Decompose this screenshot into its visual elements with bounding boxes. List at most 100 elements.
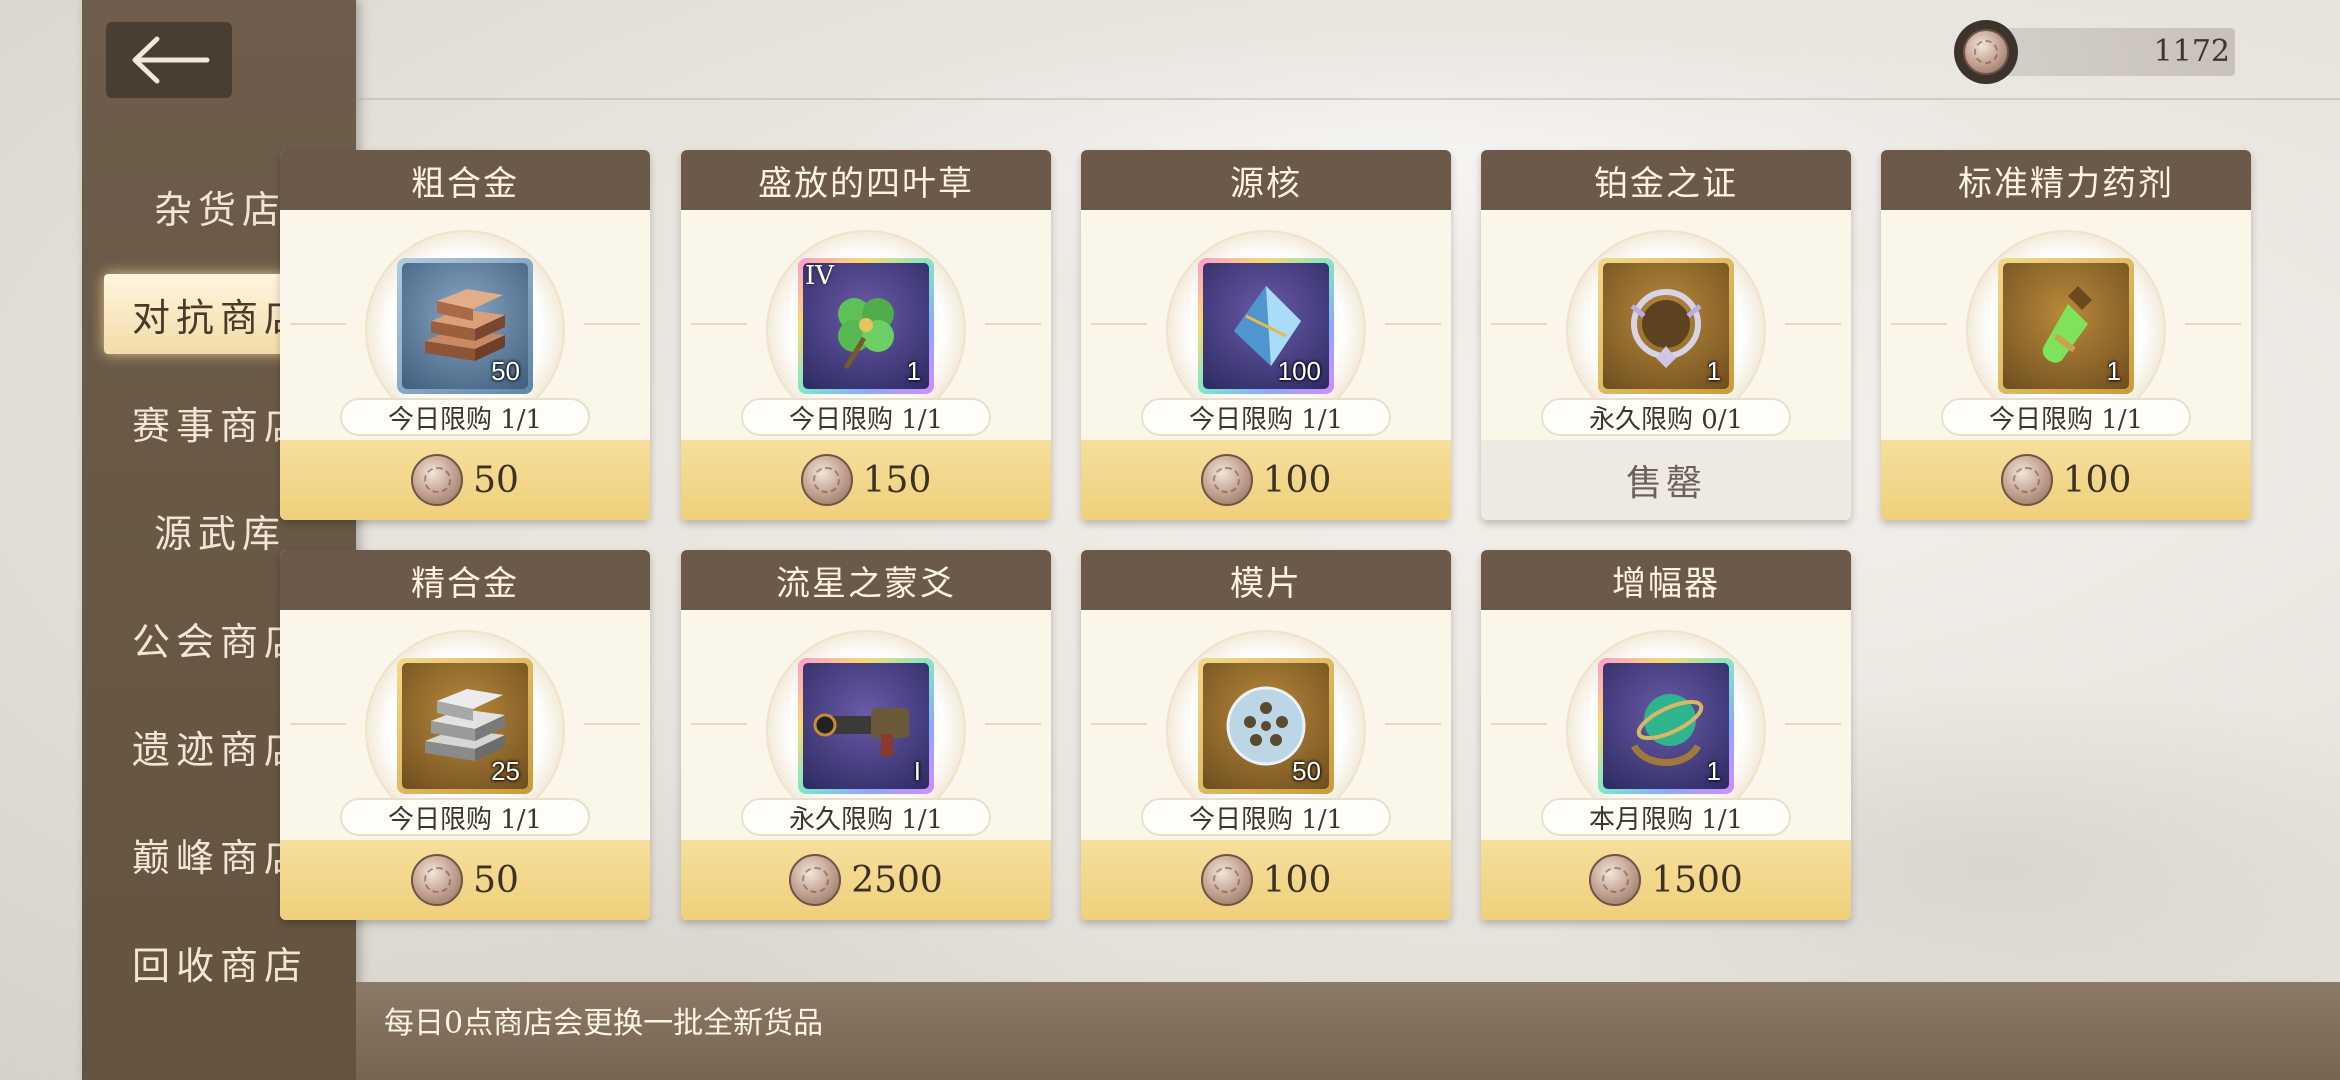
shop-item-card[interactable]: 源核 100 今日限购 1/1 100 [1081,150,1451,520]
divider [985,323,1041,325]
item-name: 源核 [1081,150,1451,210]
coin-icon [1589,854,1642,906]
price-button[interactable]: 2500 [681,840,1051,920]
item-slot: 1 [1598,258,1734,394]
shop-item-card[interactable]: 流星之蒙爻 I 永久限购 1/1 2500 [681,550,1051,920]
item-name: 增幅器 [1481,550,1851,610]
item-name: 盛放的四叶草 [681,150,1051,210]
divider [356,98,2340,100]
item-count: 100 [1277,356,1321,386]
divider [584,323,640,325]
sidebar-item-recycle-shop[interactable]: 回收商店 [104,922,336,1002]
item-count: 1 [906,356,921,386]
shop-item-card[interactable]: 粗合金 50 今日限购 1/1 50 [280,150,650,520]
coin-icon [1200,454,1253,506]
platinum-emblem-icon [1630,289,1702,368]
item-slot: 50 [397,258,533,394]
item-name: 流星之蒙爻 [681,550,1051,610]
item-slot: 1 [1998,258,2134,394]
item-slot: IV 1 [798,258,934,394]
cannon-weapon-icon [813,708,909,756]
price-value: 100 [1262,859,1332,901]
shop-item-card[interactable]: 铂金之证 1 永久限购 0/1 售罄 [1481,150,1851,520]
sold-out-label: 售罄 [1481,440,1851,520]
item-name: 模片 [1081,550,1451,610]
item-count: 1 [1706,756,1721,786]
back-arrow-icon [132,36,210,84]
item-slot: 25 [397,658,533,794]
item-slot: 1 [1598,658,1734,794]
purchase-limit: 今日限购 1/1 [1141,798,1391,836]
item-count: 1 [1706,356,1721,386]
price-value: 100 [2062,459,2132,501]
armillary-sphere-icon [1630,694,1704,766]
shop-item-card[interactable]: 增幅器 1 本月限购 1/1 1500 [1481,550,1851,920]
purchase-limit: 永久限购 0/1 [1541,398,1791,436]
price-value: 150 [862,459,932,501]
item-count: 50 [1292,756,1321,786]
item-name: 精合金 [280,550,650,610]
divider [1091,323,1147,325]
item-slot: 50 [1198,658,1334,794]
price-button[interactable]: 150 [681,440,1051,520]
coin-icon [411,454,464,506]
four-leaf-clover-icon [838,298,894,370]
divider [290,723,346,725]
purchase-limit: 今日限购 1/1 [340,398,590,436]
divider [1091,723,1147,725]
price-value: 50 [473,859,519,901]
shop-item-card[interactable]: 精合金 25 今日限购 1/1 50 [280,550,650,920]
item-slot: 100 [1198,258,1334,394]
price-button[interactable]: 100 [1081,440,1451,520]
divider [985,723,1041,725]
shop-item-card[interactable]: 盛放的四叶草 IV 1 今日限购 1/1 150 [681,150,1051,520]
divider [584,723,640,725]
divider [1385,723,1441,725]
divider [1785,723,1841,725]
item-name: 铂金之证 [1481,150,1851,210]
tier-label: IV [805,263,835,291]
item-count: 1 [2106,356,2121,386]
coin-icon [1954,20,2018,84]
price-value: 100 [1262,459,1332,501]
price-button[interactable]: 100 [1881,440,2251,520]
coin-icon [800,454,853,506]
divider [691,723,747,725]
divider [1385,323,1441,325]
price-value: 售罄 [1625,463,1706,504]
price-value: 50 [473,459,519,501]
item-count: I [913,756,921,786]
item-slot: I [798,658,934,794]
item-count: 50 [491,356,520,386]
price-button[interactable]: 1500 [1481,840,1851,920]
coin-icon [789,854,842,906]
divider [1491,723,1547,725]
divider [1491,323,1547,325]
divider [1891,323,1947,325]
item-name: 标准精力药剂 [1881,150,2251,210]
energy-potion-icon [2042,286,2092,363]
price-button[interactable]: 50 [280,440,650,520]
divider [2185,323,2241,325]
purchase-limit: 永久限购 1/1 [741,798,991,836]
price-value: 1500 [1651,859,1743,901]
currency-value: 1172 [2153,34,2230,69]
divider [1785,323,1841,325]
price-value: 2500 [851,859,943,901]
purchase-limit: 本月限购 1/1 [1541,798,1791,836]
purchase-limit: 今日限购 1/1 [1141,398,1391,436]
item-name: 粗合金 [280,150,650,210]
coin-icon [1200,854,1253,906]
shop-item-card[interactable]: 模片 50 今日限购 1/1 100 [1081,550,1451,920]
purchase-limit: 今日限购 1/1 [741,398,991,436]
refresh-notice: 每日0点商店会更换一批全新货品 [384,1006,824,1041]
divider [691,323,747,325]
coin-icon [411,854,464,906]
coin-icon [2000,454,2053,506]
divider [290,323,346,325]
price-button[interactable]: 50 [280,840,650,920]
price-button[interactable]: 100 [1081,840,1451,920]
purchase-limit: 今日限购 1/1 [1941,398,2191,436]
back-button[interactable] [106,22,232,98]
shop-item-card[interactable]: 标准精力药剂 1 今日限购 1/1 100 [1881,150,2251,520]
